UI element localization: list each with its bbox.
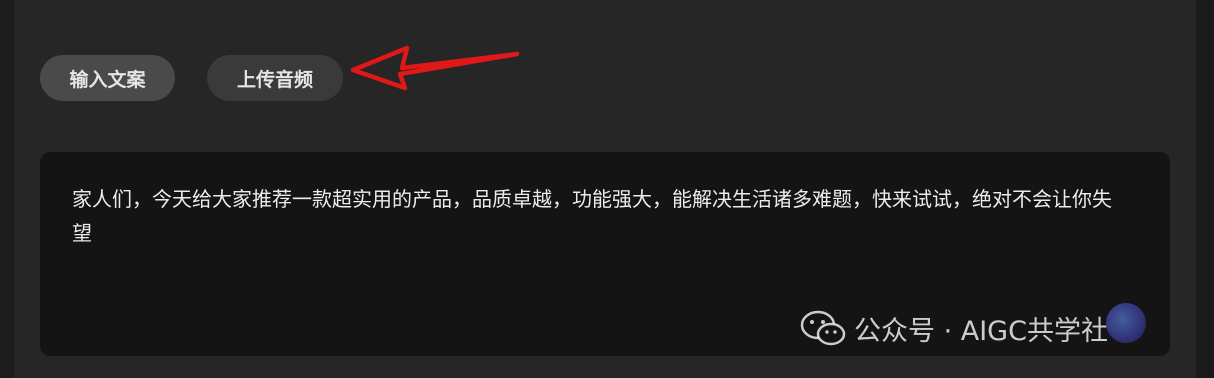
wechat-icon [800, 310, 846, 346]
watermark: 公众号 · AIGC共学社 [800, 305, 1108, 351]
watermark-avatar [1106, 303, 1146, 343]
script-text[interactable]: 家人们，今天给大家推荐一款超实用的产品，品质卓越，功能强大，能解决生活诸多难题，… [72, 182, 1117, 250]
app-window: 输入文案 上传音频 家人们，今天给大家推荐一款超实用的产品，品质卓越，功能强大，… [0, 0, 1214, 378]
upload-audio-label: 上传音频 [236, 68, 313, 91]
red-arrow-annotation [350, 45, 520, 91]
input-text-button[interactable]: 输入文案 [40, 55, 175, 101]
panel-edge [1196, 0, 1214, 378]
input-text-label: 输入文案 [69, 68, 146, 91]
upload-audio-button[interactable]: 上传音频 [207, 55, 343, 101]
watermark-text: 公众号 · AIGC共学社 [854, 315, 1108, 347]
